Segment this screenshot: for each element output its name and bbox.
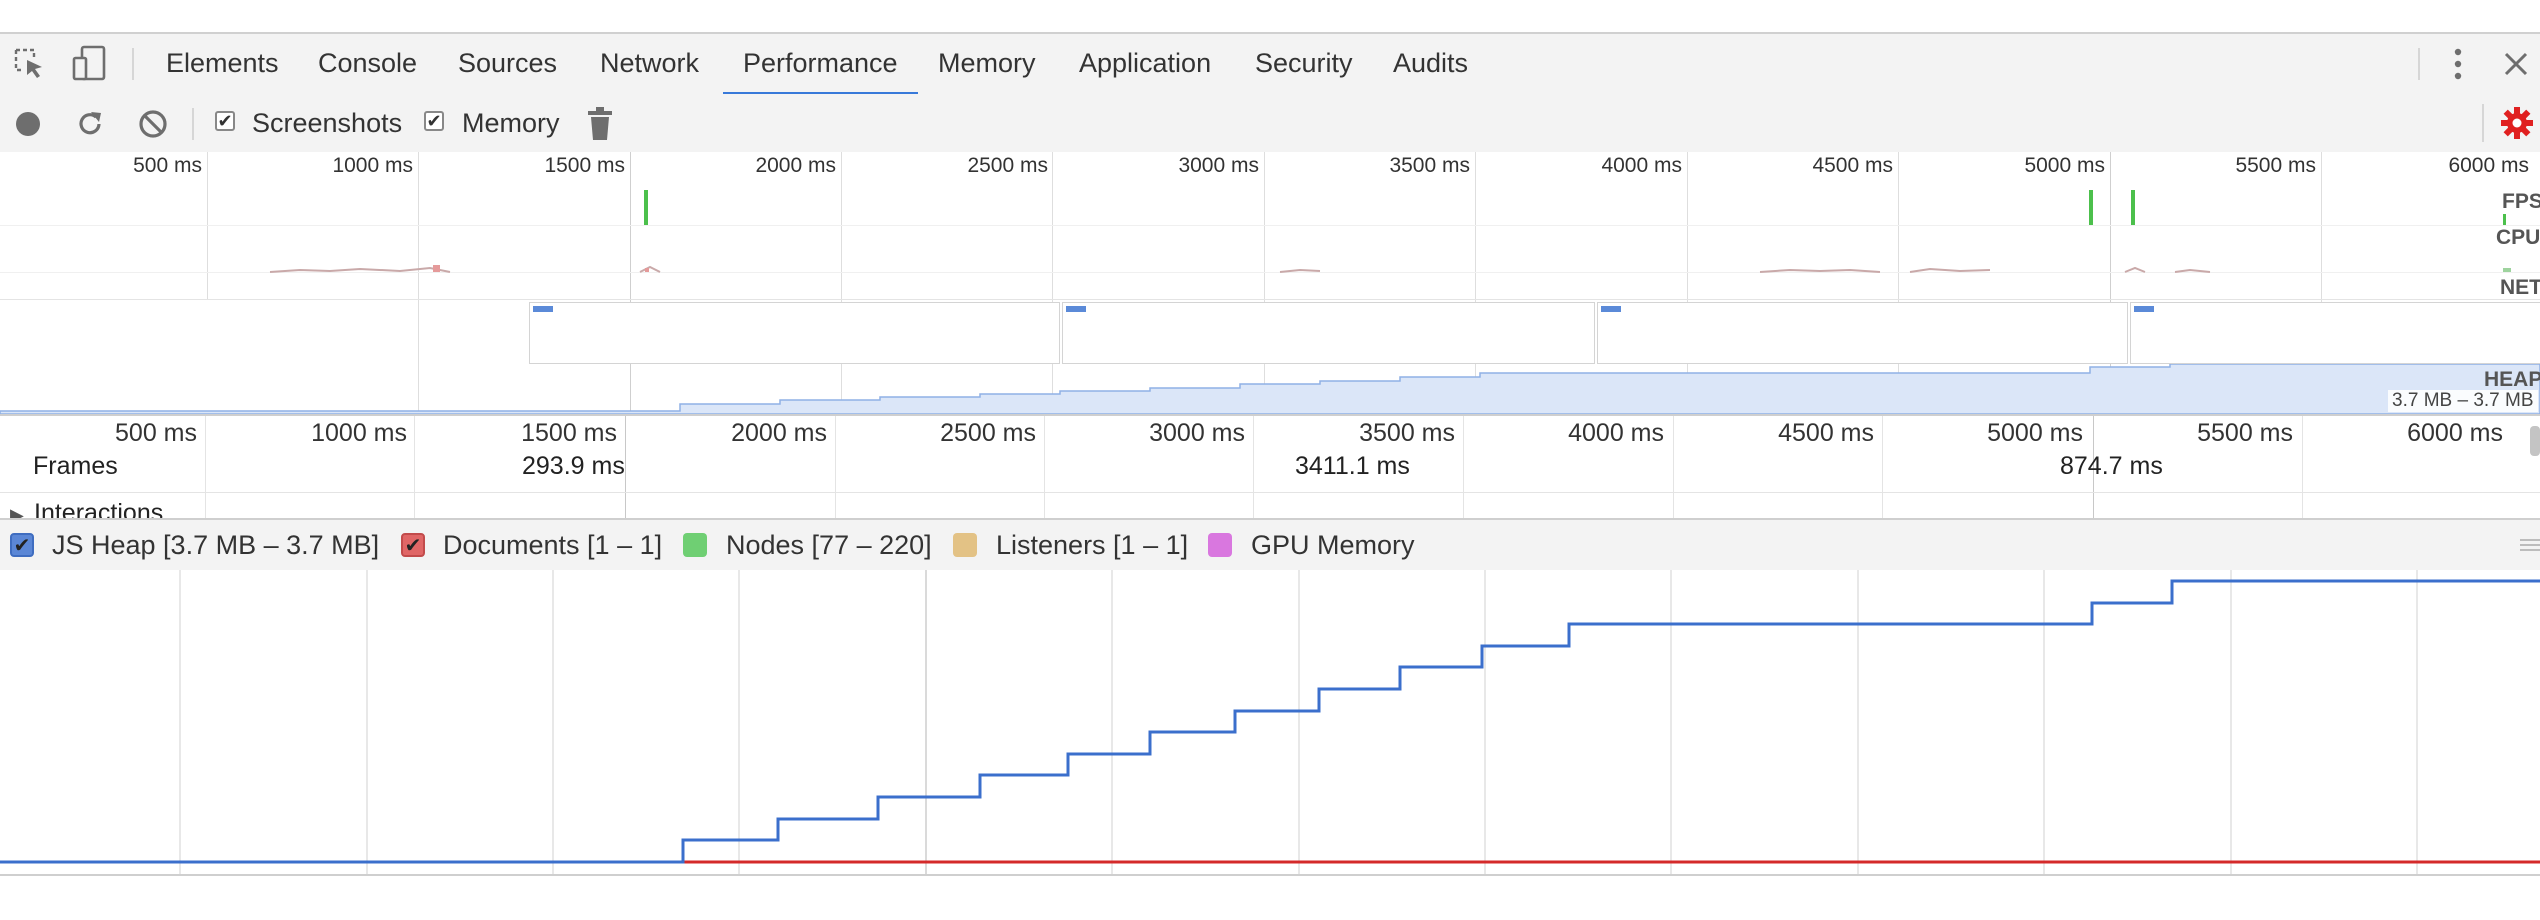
inspect-element-icon[interactable]	[12, 46, 46, 80]
ruler-tick: 1500 ms	[521, 419, 617, 447]
fps-cpu-graph	[269, 190, 2511, 273]
ruler-tick: 5000 ms	[1987, 419, 2083, 447]
more-options-icon[interactable]	[2446, 46, 2470, 82]
grid-line	[1463, 416, 1464, 520]
close-icon[interactable]	[2502, 50, 2530, 78]
memory-checkbox[interactable]: ✔	[424, 111, 444, 131]
tab-separator	[2418, 48, 2420, 80]
grid-line	[1044, 416, 1045, 520]
nodes-checkbox[interactable]	[683, 533, 707, 557]
devtools-tab-bar: Elements Console Sources Network Perform…	[0, 32, 2540, 96]
ruler-tick: 6000 ms	[2407, 419, 2503, 447]
documents-label: Documents [1 – 1]	[443, 530, 663, 560]
grid-line	[2302, 416, 2303, 520]
tab-separator	[132, 48, 134, 80]
grid-line	[625, 416, 626, 520]
grid-line	[1253, 416, 1254, 520]
ruler-tick: 4000 ms	[1568, 419, 1664, 447]
grid-line	[1673, 416, 1674, 520]
toolbar-separator	[192, 108, 194, 140]
listeners-checkbox[interactable]	[953, 533, 977, 557]
tab-network[interactable]: Network	[600, 34, 699, 94]
grid-line	[1882, 416, 1883, 520]
cpu-track-label: CPU	[2496, 226, 2540, 249]
frame-duration[interactable]: 874.7 ms	[2060, 452, 2163, 481]
tab-performance[interactable]: Performance	[743, 34, 898, 94]
listeners-label: Listeners [1 – 1]	[996, 530, 1189, 560]
ruler-tick: 2000 ms	[731, 419, 827, 447]
flamechart-ruler: 500 ms 1000 ms 1500 ms 2000 ms 2500 ms 3…	[0, 414, 2540, 527]
ruler-tick: 3500 ms	[1359, 419, 1455, 447]
timeline-overview[interactable]: 500 ms 1000 ms 1500 ms 2000 ms 2500 ms 3…	[0, 152, 2540, 414]
js-heap-checkbox[interactable]: ✔	[10, 533, 34, 557]
memory-counters-legend: ✔ JS Heap [3.7 MB – 3.7 MB] ✔ Documents …	[0, 518, 2540, 572]
ruler-tick: 5500 ms	[2197, 419, 2293, 447]
ruler-tick: 3000 ms	[1149, 419, 1245, 447]
documents-checkbox[interactable]: ✔	[401, 533, 425, 557]
performance-toolbar: ✔ Screenshots ✔ Memory	[0, 94, 2540, 154]
memory-graph-canvas	[0, 570, 2540, 874]
heap-track-label: HEAP	[2484, 368, 2540, 391]
grid-line	[835, 416, 836, 520]
bottom-panel	[0, 874, 2540, 920]
toolbar-separator	[2482, 104, 2484, 142]
ruler-tick: 500 ms	[115, 419, 197, 447]
device-toolbar-icon[interactable]	[70, 44, 108, 82]
memory-counter-graph[interactable]	[0, 570, 2540, 874]
grid-line	[205, 416, 206, 520]
gpu-memory-label: GPU Memory	[1251, 530, 1415, 560]
js-heap-label: JS Heap [3.7 MB – 3.7 MB]	[52, 530, 380, 560]
screenshot-thumbnail[interactable]	[1597, 302, 2128, 364]
ruler-scrollbar[interactable]	[2530, 426, 2540, 456]
reload-icon[interactable]	[74, 108, 106, 140]
ruler-tick: 4500 ms	[1778, 419, 1874, 447]
frame-duration[interactable]: 3411.1 ms	[1295, 452, 1410, 481]
ruler-tick: 2500 ms	[940, 419, 1036, 447]
screenshot-thumbnail[interactable]	[529, 302, 1060, 364]
screenshot-thumbnail[interactable]	[2130, 302, 2540, 364]
screenshot-thumbnail[interactable]	[1062, 302, 1595, 364]
tab-elements[interactable]: Elements	[166, 34, 279, 94]
resize-handle-icon[interactable]	[2518, 538, 2540, 552]
frames-row-divider	[0, 492, 2540, 493]
tab-sources[interactable]: Sources	[458, 34, 557, 94]
grid-line	[414, 416, 415, 520]
tab-memory[interactable]: Memory	[938, 34, 1036, 94]
screenshots-label: Screenshots	[252, 108, 403, 138]
capture-settings-gear-icon[interactable]	[2500, 106, 2534, 140]
net-track-label: NET	[2500, 276, 2540, 299]
heap-range-label: 3.7 MB – 3.7 MB	[2388, 390, 2538, 412]
collect-garbage-icon[interactable]	[585, 106, 615, 142]
frames-label: Frames	[33, 452, 118, 480]
heap-overview-graph	[0, 364, 2540, 414]
frame-duration[interactable]: 293.9 ms	[522, 452, 625, 481]
record-icon[interactable]	[14, 110, 42, 138]
fps-track-label: FPS	[2502, 190, 2540, 213]
screenshots-checkbox[interactable]: ✔	[215, 111, 235, 131]
clear-icon[interactable]	[137, 108, 169, 140]
tab-security[interactable]: Security	[1255, 34, 1353, 94]
tab-application[interactable]: Application	[1079, 34, 1211, 94]
gpu-memory-checkbox[interactable]	[1208, 533, 1232, 557]
ruler-tick: 1000 ms	[311, 419, 407, 447]
tab-audits[interactable]: Audits	[1393, 34, 1468, 94]
memory-label: Memory	[462, 108, 560, 138]
nodes-label: Nodes [77 – 220]	[726, 530, 932, 560]
tab-console[interactable]: Console	[318, 34, 417, 94]
